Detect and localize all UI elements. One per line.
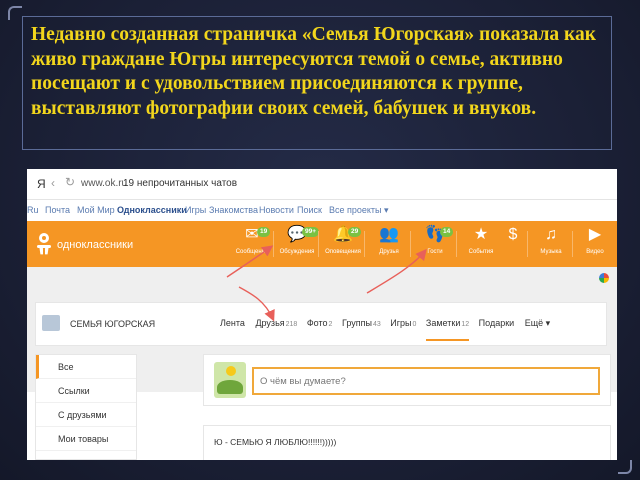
- nav-guests[interactable]: 👣 14 Гости: [415, 225, 455, 265]
- tab-more[interactable]: Ещё ▾: [525, 318, 551, 329]
- back-icon[interactable]: ‹: [51, 176, 55, 190]
- new-post-box: О чём вы думаете?: [203, 354, 611, 406]
- sidebar-item-with-friends[interactable]: С друзьями: [36, 403, 136, 427]
- nav-divider: [273, 231, 274, 257]
- feed-post-text: Ю - СЕМЬЮ Я ЛЮБЛЮ!!!!!!))))): [214, 437, 337, 447]
- service-link[interactable]: Мой Мир: [77, 205, 115, 215]
- tab-count: 43: [372, 321, 381, 328]
- nav-divider: [572, 231, 573, 257]
- tab-count: 0: [412, 321, 417, 328]
- tab-label: Фото: [306, 318, 328, 328]
- service-link[interactable]: Ru: [27, 205, 39, 215]
- guests-badge: 14: [440, 227, 454, 237]
- tab-photo[interactable]: Фото2: [307, 318, 333, 328]
- group-avatar[interactable]: [42, 315, 60, 331]
- ok-site-name[interactable]: одноклассники: [57, 239, 133, 251]
- tab-label: Друзья: [255, 318, 285, 328]
- video-icon: ▶: [588, 226, 602, 243]
- nav-divider: [318, 231, 319, 257]
- yandex-logo[interactable]: Я: [37, 177, 46, 191]
- post-input[interactable]: О чём вы думаете?: [252, 367, 600, 395]
- nav-divider: [364, 231, 365, 257]
- group-header-card: СЕМЬЯ ЮГОРСКАЯ Лента Друзья218 Фото2 Гру…: [35, 302, 607, 346]
- feed-filter-sidebar: Все Ссылки С друзьями Мои товары: [35, 354, 137, 460]
- discussions-badge: 99+: [302, 227, 320, 237]
- reload-icon[interactable]: ↻: [65, 175, 75, 189]
- tab-count: 2: [328, 321, 333, 328]
- feed-post[interactable]: Ю - СЕМЬЮ Я ЛЮБЛЮ!!!!!!))))): [203, 425, 611, 460]
- tab-label: Игры: [390, 318, 412, 328]
- service-link[interactable]: Знакомства: [209, 205, 258, 215]
- nav-friends[interactable]: 👥 Друзья: [369, 225, 409, 265]
- chrome-icon[interactable]: [599, 273, 609, 283]
- tab-groups[interactable]: Группы43: [342, 318, 381, 328]
- sidebar-item-my-goods[interactable]: Мои товары: [36, 427, 136, 451]
- nav-label: Музыка: [540, 249, 562, 255]
- slide-caption-text: Недавно созданная страничка «Семья Югорс…: [31, 24, 596, 119]
- nav-video[interactable]: ▶ Видео: [575, 225, 615, 265]
- group-title[interactable]: СЕМЬЯ ЮГОРСКАЯ: [70, 319, 155, 329]
- tab-label: Лента: [220, 318, 245, 328]
- nav-music[interactable]: ♫ Музыка: [531, 225, 571, 265]
- friends-icon: 👥: [379, 226, 399, 243]
- nav-divider: [456, 231, 457, 257]
- slide-corner-bottom-right: [618, 460, 632, 474]
- service-link-active[interactable]: Одноклассники: [117, 205, 187, 215]
- tab-notes[interactable]: Заметки12: [425, 318, 470, 341]
- messages-badge: 19: [257, 227, 271, 237]
- address-bar-url[interactable]: www.ok.ru: [81, 178, 127, 189]
- tab-gifts[interactable]: Подарки: [479, 318, 516, 328]
- tab-count: 218: [285, 321, 298, 328]
- sidebar-item-all[interactable]: Все: [36, 355, 136, 379]
- screenshot-ok-page: Я ‹ ↻ www.ok.ru 19 непрочитанных чатов R…: [27, 169, 617, 460]
- nav-label: Гости: [427, 249, 443, 255]
- tab-friends[interactable]: Друзья218: [255, 318, 297, 328]
- ok-header: одноклассники ✉ 19 Сообщения 💬 99+ Обсуж…: [27, 221, 617, 267]
- money-icon: $: [508, 226, 518, 243]
- tab-label: Заметки: [425, 318, 461, 328]
- ok-logo-icon[interactable]: [35, 233, 53, 255]
- slide-caption-box: Недавно созданная страничка «Семья Югорс…: [22, 16, 612, 150]
- sidebar-item-links[interactable]: Ссылки: [36, 379, 136, 403]
- service-link[interactable]: Все проекты ▾: [329, 205, 389, 216]
- nav-label: Оповещения: [325, 249, 361, 255]
- services-bar: Ru Почта Мой Мир Одноклассники Игры Знак…: [27, 200, 617, 218]
- nav-divider: [527, 231, 528, 257]
- nav-messages[interactable]: ✉ 19 Сообщения: [232, 225, 272, 265]
- nav-label: Обсуждения: [279, 249, 315, 255]
- browser-toolbar: Я ‹ ↻ www.ok.ru 19 непрочитанных чатов: [27, 169, 617, 200]
- tab-count: 12: [461, 321, 470, 328]
- slide-corner-top-left: [8, 6, 22, 20]
- group-tabs: Лента Друзья218 Фото2 Группы43 Игры0 Зам…: [220, 318, 558, 341]
- tab-label: Группы: [341, 318, 372, 328]
- tab-label: Ещё ▾: [524, 318, 551, 328]
- nav-divider: [410, 231, 411, 257]
- service-link[interactable]: Игры: [185, 205, 206, 215]
- nav-label: Видео: [586, 249, 604, 255]
- nav-notifications[interactable]: 🔔 29 Оповещения: [323, 225, 363, 265]
- nav-label: Сообщения: [235, 249, 269, 255]
- tab-label: Подарки: [478, 318, 515, 328]
- notifications-badge: 29: [348, 227, 362, 237]
- page-title: 19 непрочитанных чатов: [123, 178, 238, 189]
- tab-games[interactable]: Игры0: [390, 318, 416, 328]
- service-link[interactable]: Поиск: [297, 205, 322, 215]
- events-icon: ★: [473, 226, 489, 243]
- service-link[interactable]: Новости: [259, 205, 294, 215]
- post-input-placeholder: О чём вы думаете?: [260, 376, 346, 387]
- nav-label: Друзья: [379, 249, 399, 255]
- nav-discussions[interactable]: 💬 99+ Обсуждения: [277, 225, 320, 265]
- service-link[interactable]: Почта: [45, 205, 70, 215]
- music-icon: ♫: [545, 226, 557, 243]
- group-avatar-image[interactable]: [214, 362, 246, 398]
- tab-feed[interactable]: Лента: [220, 318, 246, 328]
